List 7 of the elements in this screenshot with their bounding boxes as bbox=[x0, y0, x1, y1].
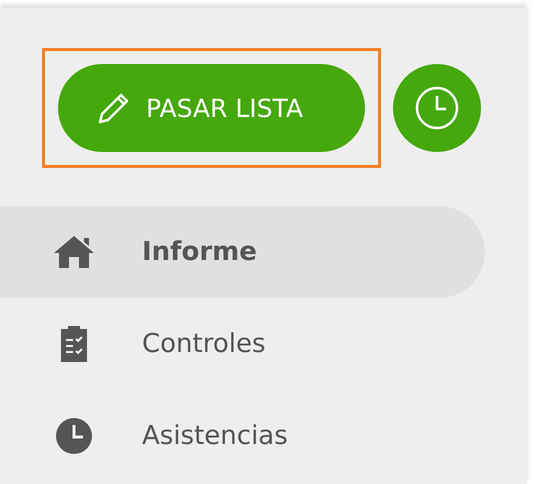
home-icon bbox=[52, 234, 96, 270]
clipboard-icon bbox=[59, 324, 89, 364]
clock-icon bbox=[55, 417, 93, 455]
nav-item[interactable]: Informe bbox=[0, 206, 485, 298]
clock-icon bbox=[414, 85, 460, 131]
nav-item[interactable]: Asistencias bbox=[0, 390, 485, 482]
nav-item[interactable]: Controles bbox=[0, 298, 485, 390]
